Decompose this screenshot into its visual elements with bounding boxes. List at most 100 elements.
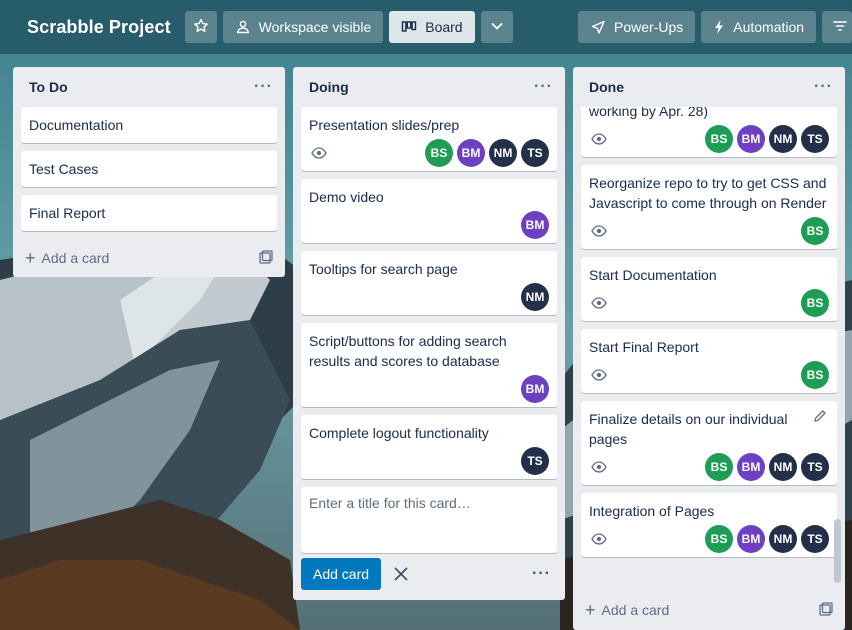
card-title: Reorganize repo to try to get CSS and Ja… [589, 175, 827, 211]
avatar[interactable]: BM [737, 525, 765, 553]
avatar[interactable]: TS [801, 525, 829, 553]
avatar[interactable]: NM [769, 525, 797, 553]
add-card-button[interactable]: + Add a card [25, 248, 109, 269]
lightning-icon [713, 19, 725, 35]
card[interactable]: Finalize details on our individual pages… [581, 401, 837, 485]
board-icon [401, 19, 417, 35]
card-members: BS [797, 289, 829, 317]
card-title: Presentation slides/prep [309, 117, 460, 133]
avatar[interactable]: TS [801, 453, 829, 481]
avatar[interactable]: BS [705, 525, 733, 553]
automation-button[interactable]: Automation [701, 11, 817, 43]
list-doing: Doing ··· Presentation slides/prep BS BM… [293, 67, 565, 600]
list-menu-button[interactable]: ··· [534, 78, 553, 96]
new-card-title-input[interactable]: Enter a title for this card… [301, 487, 557, 553]
powerups-label: Power-Ups [614, 19, 684, 35]
avatar[interactable]: NM [521, 283, 549, 311]
card[interactable]: Reorganize repo to try to get CSS and Ja… [581, 165, 837, 249]
eye-icon [589, 533, 609, 545]
avatar[interactable]: TS [801, 125, 829, 153]
pencil-icon[interactable] [813, 409, 827, 428]
card[interactable]: Test Cases [21, 151, 277, 187]
filter-icon [832, 18, 848, 37]
card-title: Documentation [29, 117, 124, 133]
card-title: Start Final Report [589, 339, 699, 355]
close-icon[interactable] [393, 566, 409, 582]
add-card-row: + Add a card [573, 591, 845, 629]
star-button[interactable] [184, 11, 217, 43]
card[interactable]: Start Final Report BS [581, 329, 837, 393]
list-menu-button[interactable]: ··· [814, 78, 833, 96]
card-title: Script/buttons for adding search results… [309, 333, 507, 369]
card[interactable]: Final Report [21, 195, 277, 231]
avatar[interactable]: BS [705, 453, 733, 481]
card-members: BS BM NM TS [421, 139, 549, 167]
card-title: Test Cases [29, 161, 99, 177]
avatar[interactable]: BS [705, 125, 733, 153]
card-members: BM [517, 211, 549, 239]
visibility-button[interactable]: Workspace visible [222, 11, 384, 43]
rocket-icon [590, 19, 606, 35]
done-cards-scroll[interactable]: working by Apr. 28) BS BM NM TS Reorgani… [573, 107, 845, 587]
avatar[interactable]: BS [801, 361, 829, 389]
list-title[interactable]: To Do [29, 79, 68, 95]
avatar[interactable]: TS [521, 447, 549, 475]
avatar[interactable]: BS [425, 139, 453, 167]
avatar[interactable]: BM [737, 453, 765, 481]
avatar[interactable]: BS [801, 289, 829, 317]
filter-button[interactable] [822, 11, 852, 43]
avatar[interactable]: BM [457, 139, 485, 167]
avatar[interactable]: BM [521, 211, 549, 239]
list-header: To Do ··· [13, 67, 285, 107]
visibility-label: Workspace visible [258, 19, 372, 35]
card[interactable]: Demo video BM [301, 179, 557, 243]
card-title: Start Documentation [589, 267, 717, 283]
list-title[interactable]: Doing [309, 79, 349, 95]
eye-icon [589, 297, 609, 309]
view-switcher-button[interactable] [480, 11, 513, 43]
avatar[interactable]: BS [801, 217, 829, 245]
card-members: BS [797, 217, 829, 245]
avatar[interactable]: NM [769, 453, 797, 481]
eye-icon [309, 147, 329, 159]
star-icon [193, 18, 209, 37]
eye-icon [589, 461, 609, 473]
avatar[interactable]: BM [737, 125, 765, 153]
add-card-button[interactable]: + Add a card [585, 600, 669, 621]
card[interactable]: Start Documentation BS [581, 257, 837, 321]
composer-options-button[interactable]: ··· [532, 565, 551, 583]
template-icon[interactable] [259, 249, 273, 267]
plus-icon: + [585, 599, 596, 620]
card[interactable]: Integration of Pages BS BM NM TS [581, 493, 837, 557]
board-view-button[interactable]: Board [389, 11, 475, 43]
board-title[interactable]: Scrabble Project [27, 17, 171, 38]
card-title: Complete logout functionality [309, 425, 489, 441]
card-title: Tooltips for search page [309, 261, 458, 277]
card-title: Demo video [309, 189, 384, 205]
scrollbar-thumb[interactable] [834, 519, 841, 583]
list-menu-button[interactable]: ··· [254, 78, 273, 96]
list-title[interactable]: Done [589, 79, 624, 95]
card-title: Finalize details on our individual pages [589, 411, 788, 447]
avatar[interactable]: TS [521, 139, 549, 167]
eye-icon [589, 225, 609, 237]
board-header: Scrabble Project Workspace visible Board… [0, 0, 852, 54]
powerups-button[interactable]: Power-Ups [578, 11, 696, 43]
card[interactable]: Tooltips for search page NM [301, 251, 557, 315]
eye-icon [589, 369, 609, 381]
people-icon [235, 19, 251, 35]
board-view-label: Board [425, 19, 463, 35]
card[interactable]: Script/buttons for adding search results… [301, 323, 557, 407]
list-todo: To Do ··· Documentation Test Cases Final… [13, 67, 285, 277]
card[interactable]: working by Apr. 28) BS BM NM TS [581, 107, 837, 157]
avatar[interactable]: NM [769, 125, 797, 153]
card[interactable]: Documentation [21, 107, 277, 143]
card[interactable]: Complete logout functionality TS [301, 415, 557, 479]
list-header: Doing ··· [293, 67, 565, 107]
avatar[interactable]: BM [521, 375, 549, 403]
avatar[interactable]: NM [489, 139, 517, 167]
add-card-submit-button[interactable]: Add card [301, 558, 382, 590]
card-members: BM [517, 375, 549, 403]
template-icon[interactable] [819, 601, 833, 619]
card[interactable]: Presentation slides/prep BS BM NM TS [301, 107, 557, 171]
